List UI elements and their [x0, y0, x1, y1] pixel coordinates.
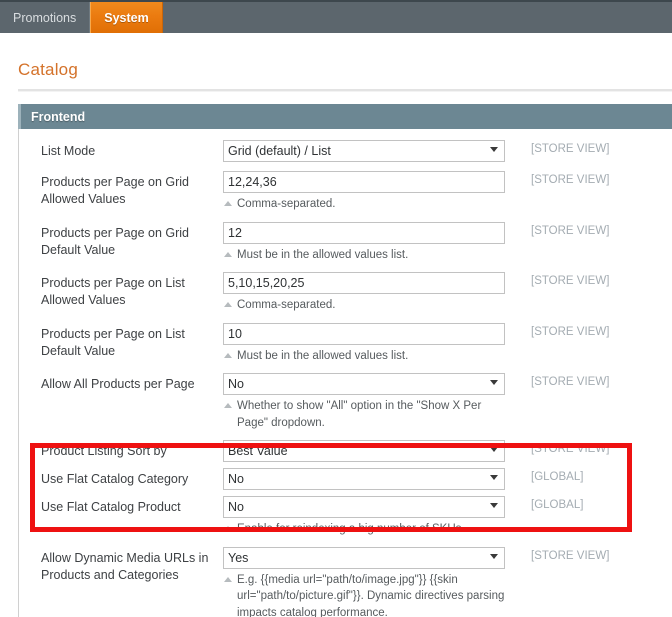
field-row-product-listing-sort-by: Product Listing Sort by Best Value [STOR…: [19, 440, 672, 462]
top-navigation-items: Promotions System: [0, 2, 672, 33]
magento-admin-catalog-config-screen: Promotions System Catalog Frontend List …: [0, 0, 672, 617]
fieldset-legend-label: Frontend: [31, 109, 86, 124]
nav-item-promotions-label: Promotions: [13, 10, 77, 25]
select-wrapper-product-listing-sort-by: Best Value: [223, 440, 505, 462]
field-row-use-flat-catalog-category: Use Flat Catalog Category No [GLOBAL]: [19, 468, 672, 490]
field-row-list-allowed-values: Products per Page on List Allowed Values…: [19, 272, 672, 314]
field-label-grid-default-value: Products per Page on Grid Default Value: [41, 225, 189, 257]
admin-top-navigation: Promotions System: [0, 0, 672, 33]
field-hint-list-default-value: Must be in the allowed values list.: [223, 348, 505, 365]
field-row-grid-allowed-values: Products per Page on Grid Allowed Values…: [19, 171, 672, 213]
select-wrapper-list-mode: Grid (default) / List: [223, 140, 505, 162]
hint-triangle-icon: [224, 251, 232, 257]
field-row-grid-default-value: Products per Page on Grid Default Value …: [19, 221, 672, 264]
field-scope-use-flat-catalog-category: [GLOBAL]: [531, 471, 584, 483]
field-label-use-flat-catalog-category: Use Flat Catalog Category: [41, 472, 189, 486]
select-use-flat-catalog-product[interactable]: No: [223, 496, 505, 518]
fieldset-body: List Mode Grid (default) / List [STORE V…: [18, 129, 672, 617]
field-label-list-mode: List Mode: [41, 144, 96, 158]
select-wrapper-use-flat-catalog-category: No: [223, 468, 505, 490]
hint-triangle-icon: [224, 526, 232, 531]
select-allow-dynamic-media-urls[interactable]: Yes: [223, 546, 505, 569]
field-row-list-default-value: Products per Page on List Default Value …: [19, 322, 672, 365]
field-label-list-allowed-values: Products per Page on List Allowed Values: [41, 276, 185, 307]
field-hint-list-allowed-values: Comma-separated.: [223, 297, 505, 314]
field-hint-text: Enable for reindexing a big number of SK…: [237, 523, 465, 535]
field-control-grid-allowed-values: Comma-separated.: [223, 171, 505, 213]
select-use-flat-catalog-category[interactable]: No: [223, 468, 505, 490]
field-control-grid-default-value: Must be in the allowed values list.: [223, 221, 505, 264]
page-title: Catalog: [18, 60, 78, 79]
hint-triangle-icon: [224, 201, 232, 206]
field-hint-text: Must be in the allowed values list.: [237, 248, 409, 261]
field-hint-text: Whether to show "All" option in the "Sho…: [237, 400, 482, 429]
input-list-allowed-values[interactable]: [223, 272, 505, 294]
field-hint-allow-all-products-per-page: Whether to show "All" option in the "Sho…: [223, 398, 505, 431]
hint-triangle-icon: [224, 352, 232, 358]
nav-item-system-label: System: [104, 10, 149, 25]
field-control-use-flat-catalog-product: No Enable for reindexing a big number of…: [223, 496, 505, 538]
field-control-list-default-value: Must be in the allowed values list.: [223, 322, 505, 365]
select-wrapper-allow-dynamic-media-urls: Yes: [223, 546, 505, 569]
input-list-default-value[interactable]: [223, 322, 505, 345]
field-scope-grid-allowed-values: [STORE VIEW]: [531, 174, 610, 186]
field-control-list-allowed-values: Comma-separated.: [223, 272, 505, 314]
field-hint-text: E.g. {{media url="path/to/image.jpg"}} {…: [237, 573, 505, 617]
field-label-use-flat-catalog-product: Use Flat Catalog Product: [41, 500, 181, 514]
hint-triangle-icon: [224, 302, 232, 307]
select-wrapper-allow-all-products-per-page: No: [223, 373, 505, 395]
frontend-fieldset: Frontend List Mode Grid (default) / List: [18, 104, 672, 617]
field-hint-use-flat-catalog-product: Enable for reindexing a big number of SK…: [223, 521, 505, 538]
hint-triangle-icon: [224, 576, 232, 582]
select-allow-all-products-per-page[interactable]: No: [223, 373, 505, 395]
field-scope-list-allowed-values: [STORE VIEW]: [531, 275, 610, 287]
input-grid-allowed-values[interactable]: [223, 171, 505, 193]
field-control-list-mode: Grid (default) / List: [223, 140, 505, 162]
nav-item-promotions[interactable]: Promotions: [0, 2, 91, 33]
field-scope-product-listing-sort-by: [STORE VIEW]: [531, 443, 610, 455]
field-hint-text: Comma-separated.: [237, 299, 336, 311]
field-hint-text: Comma-separated.: [237, 198, 336, 210]
field-control-product-listing-sort-by: Best Value: [223, 440, 505, 462]
field-row-allow-dynamic-media-urls: Allow Dynamic Media URLs in Products and…: [19, 546, 672, 617]
page-content: Catalog Frontend List Mode Grid (default…: [0, 33, 672, 617]
field-control-use-flat-catalog-category: No: [223, 468, 505, 490]
field-row-list-mode: List Mode Grid (default) / List [STORE V…: [19, 140, 672, 162]
field-label-product-listing-sort-by: Product Listing Sort by: [41, 444, 167, 458]
field-scope-list-default-value: [STORE VIEW]: [531, 325, 610, 338]
field-scope-allow-dynamic-media-urls: [STORE VIEW]: [531, 549, 610, 562]
field-label-list-default-value: Products per Page on List Default Value: [41, 326, 185, 358]
field-hint-grid-allowed-values: Comma-separated.: [223, 196, 505, 213]
field-scope-grid-default-value: [STORE VIEW]: [531, 224, 610, 237]
field-scope-list-mode: [STORE VIEW]: [531, 143, 610, 155]
field-hint-grid-default-value: Must be in the allowed values list.: [223, 247, 505, 264]
nav-item-system[interactable]: System: [90, 2, 163, 33]
input-grid-default-value[interactable]: [223, 221, 505, 244]
field-row-allow-all-products-per-page: Allow All Products per Page No Whether t…: [19, 373, 672, 431]
field-label-grid-allowed-values: Products per Page on Grid Allowed Values: [41, 175, 189, 206]
select-wrapper-use-flat-catalog-product: No: [223, 496, 505, 518]
select-list-mode[interactable]: Grid (default) / List: [223, 140, 505, 162]
select-product-listing-sort-by[interactable]: Best Value: [223, 440, 505, 462]
title-separator: [18, 89, 672, 92]
field-scope-allow-all-products-per-page: [STORE VIEW]: [531, 376, 610, 388]
field-label-allow-dynamic-media-urls: Allow Dynamic Media URLs in Products and…: [41, 550, 209, 582]
fieldset-legend-frontend[interactable]: Frontend: [18, 104, 672, 129]
field-hint-allow-dynamic-media-urls: E.g. {{media url="path/to/image.jpg"}} {…: [223, 572, 505, 617]
hint-triangle-icon: [224, 403, 232, 408]
field-scope-use-flat-catalog-product: [GLOBAL]: [531, 499, 584, 511]
field-control-allow-all-products-per-page: No Whether to show "All" option in the "…: [223, 373, 505, 431]
field-row-use-flat-catalog-product: Use Flat Catalog Product No Enable for r…: [19, 496, 672, 538]
field-label-allow-all-products-per-page: Allow All Products per Page: [41, 377, 195, 391]
field-hint-text: Must be in the allowed values list.: [237, 349, 409, 362]
field-control-allow-dynamic-media-urls: Yes E.g. {{media url="path/to/image.jpg"…: [223, 546, 505, 617]
